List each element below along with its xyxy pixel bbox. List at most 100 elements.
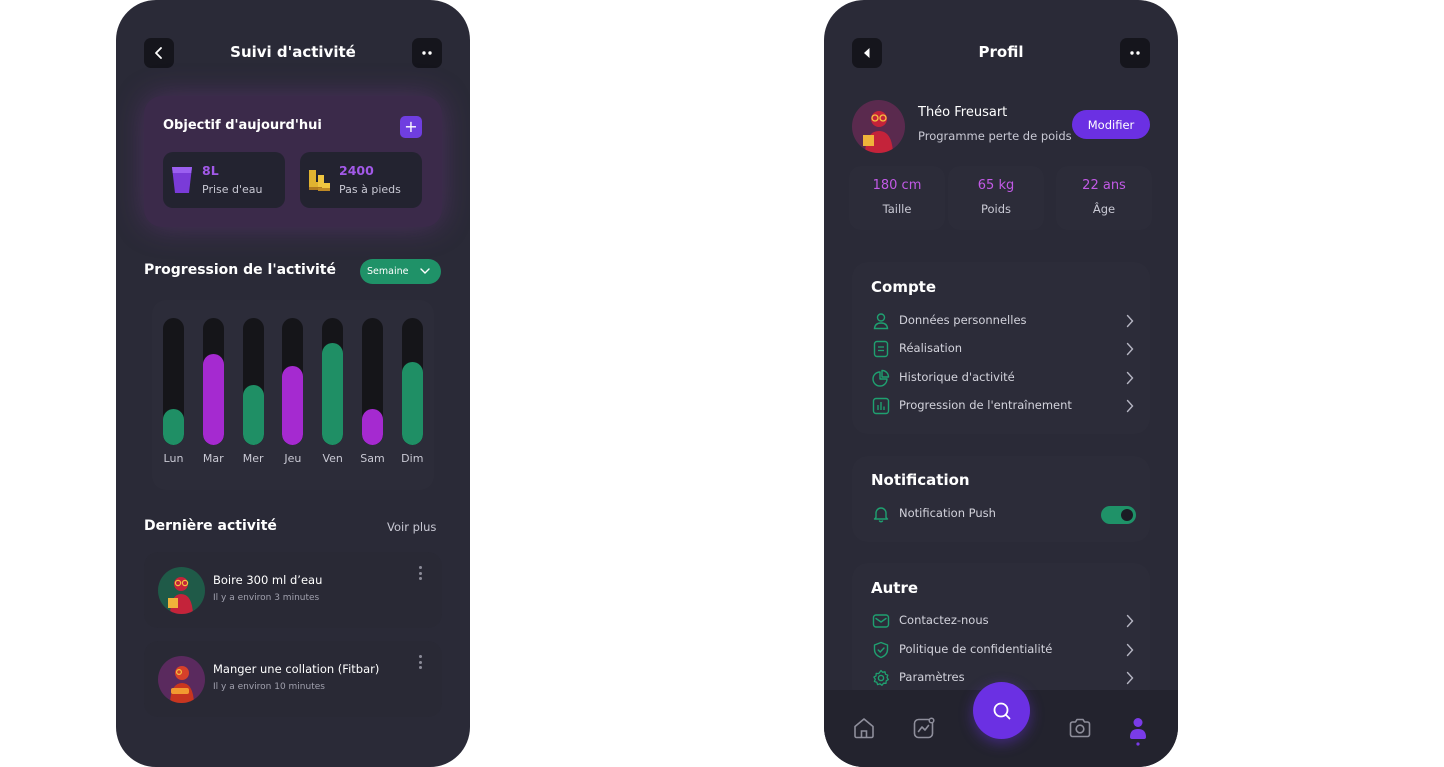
- settings-icon: [873, 669, 889, 686]
- menu-item-label: Politique de confidentialité: [899, 642, 1053, 656]
- profile-icon[interactable]: [1126, 716, 1150, 746]
- bar-label: Lun: [163, 452, 184, 465]
- bar-track: [282, 318, 304, 445]
- shield-icon: [873, 641, 889, 659]
- bar-mer: [242, 385, 264, 445]
- activity-menu-icon[interactable]: [416, 655, 424, 669]
- activity-menu-icon[interactable]: [416, 566, 424, 580]
- push-notification-row: Notification Push: [872, 503, 1052, 525]
- menu-item-label: Contactez-nous: [899, 613, 989, 627]
- push-notification-label: Notification Push: [899, 506, 996, 520]
- chevron-right-icon: [1126, 399, 1134, 413]
- stat-label: Âge: [1092, 202, 1116, 216]
- menu-item-label: Paramètres: [899, 670, 965, 684]
- menu-item-training-progress[interactable]: Progression de l'entraînement: [872, 395, 1134, 417]
- notification-title: Notification: [871, 471, 970, 489]
- steps-goal[interactable]: 2400 Pas à pieds: [300, 152, 422, 208]
- bar-sam: [362, 409, 383, 445]
- chevron-down-icon: [420, 268, 430, 274]
- bar-ven: [322, 343, 344, 445]
- bar-mar: [202, 354, 224, 445]
- activity-title: Manger une collation (Fitbar): [213, 662, 380, 676]
- camera-icon[interactable]: [1068, 716, 1092, 740]
- activity-screen: Suivi d'activité Objectif d'aujourd'hui …: [116, 0, 470, 767]
- activity-avatar: [158, 656, 205, 703]
- activity-time: Il y a environ 10 minutes: [213, 682, 325, 692]
- stat-age: 22 ans Âge: [1056, 166, 1152, 230]
- menu-item-personal-data[interactable]: Données personnelles: [872, 310, 1134, 332]
- menu-item-privacy[interactable]: Politique de confidentialité: [872, 639, 1134, 661]
- bar-label: Mar: [202, 452, 224, 465]
- bar-lun: [163, 409, 184, 445]
- activity-icon[interactable]: [912, 716, 936, 740]
- menu-item-activity-history[interactable]: Historique d'activité: [872, 367, 1134, 389]
- see-more-link[interactable]: Voir plus: [387, 520, 436, 534]
- edit-profile-button[interactable]: Modifier: [1072, 110, 1150, 139]
- stat-value: 22 ans: [1082, 178, 1126, 193]
- chevron-right-icon: [1126, 371, 1134, 385]
- bar-jeu: [282, 366, 304, 445]
- home-icon[interactable]: [852, 716, 876, 740]
- menu-item-contact[interactable]: Contactez-nous: [872, 610, 1134, 632]
- stat-value: 65 kg: [977, 178, 1015, 193]
- daily-goal-card: Objectif d'aujourd'hui + 8L Prise d'eau …: [144, 96, 442, 227]
- user-icon: [873, 313, 889, 330]
- menu-item-achievements[interactable]: Réalisation: [872, 338, 1134, 360]
- user-name: Théo Freusart: [918, 105, 1008, 120]
- activity-title: Boire 300 ml d’eau: [213, 573, 323, 587]
- bar-track: [163, 318, 184, 445]
- chevron-right-icon: [1126, 342, 1134, 356]
- bar-label: Dim: [401, 452, 424, 465]
- water-glass-icon: [172, 167, 192, 193]
- more-button[interactable]: [1120, 38, 1150, 68]
- activity-item[interactable]: Manger une collation (Fitbar) Il y a env…: [144, 641, 442, 717]
- period-select[interactable]: Semaine: [360, 259, 441, 284]
- menu-item-label: Données personnelles: [899, 313, 1027, 327]
- steps-label: Pas à pieds: [339, 183, 401, 196]
- bar-chart-icon: [872, 397, 890, 415]
- more-dots-icon: [422, 51, 432, 55]
- chevron-right-icon: [1126, 643, 1134, 657]
- document-icon: [873, 340, 889, 358]
- progress-title: Progression de l'activité: [144, 262, 336, 278]
- menu-item-label: Réalisation: [899, 341, 963, 355]
- chevron-right-icon: [1126, 314, 1134, 328]
- pie-chart-icon: [872, 369, 890, 387]
- boots-icon: [309, 170, 330, 191]
- activity-avatar: [158, 567, 205, 614]
- menu-item-label: Historique d'activité: [899, 370, 1015, 384]
- push-notification-toggle[interactable]: [1101, 506, 1136, 524]
- bar-dim: [401, 362, 423, 445]
- activity-bar-chart: Lun Mar Mer Jeu Ven Sam Dim: [152, 300, 434, 490]
- menu-item-label: Progression de l'entraînement: [899, 398, 1072, 412]
- add-goal-button[interactable]: +: [400, 116, 422, 138]
- water-label: Prise d'eau: [202, 183, 263, 196]
- bell-icon: [873, 507, 889, 523]
- bar-track: [401, 318, 423, 445]
- account-title: Compte: [871, 278, 937, 296]
- user-program: Programme perte de poids: [918, 129, 1072, 143]
- stat-label: Taille: [882, 202, 912, 216]
- other-title: Autre: [871, 579, 919, 597]
- bar-track: [322, 318, 344, 445]
- bar-track: [202, 318, 224, 445]
- stat-value: 180 cm: [872, 178, 922, 193]
- notification-section: [852, 456, 1150, 542]
- stat-height: 180 cm Taille: [849, 166, 945, 230]
- bar-label: Mer: [242, 452, 264, 465]
- snack-illustration-icon: [170, 666, 194, 703]
- drink-illustration-icon: [168, 577, 193, 614]
- water-goal[interactable]: 8L Prise d'eau: [163, 152, 285, 208]
- search-button[interactable]: [973, 682, 1030, 739]
- bar-track: [362, 318, 383, 445]
- mail-icon: [872, 614, 890, 628]
- more-button[interactable]: [412, 38, 442, 68]
- search-icon: [993, 702, 1010, 719]
- bar-label: Jeu: [284, 452, 302, 465]
- avatar: [852, 100, 905, 153]
- chevron-right-icon: [1126, 614, 1134, 628]
- stat-weight: 65 kg Poids: [948, 166, 1044, 230]
- activity-item[interactable]: Boire 300 ml d’eau Il y a environ 3 minu…: [144, 552, 442, 628]
- user-illustration-icon: [863, 111, 893, 153]
- steps-value: 2400: [339, 163, 374, 178]
